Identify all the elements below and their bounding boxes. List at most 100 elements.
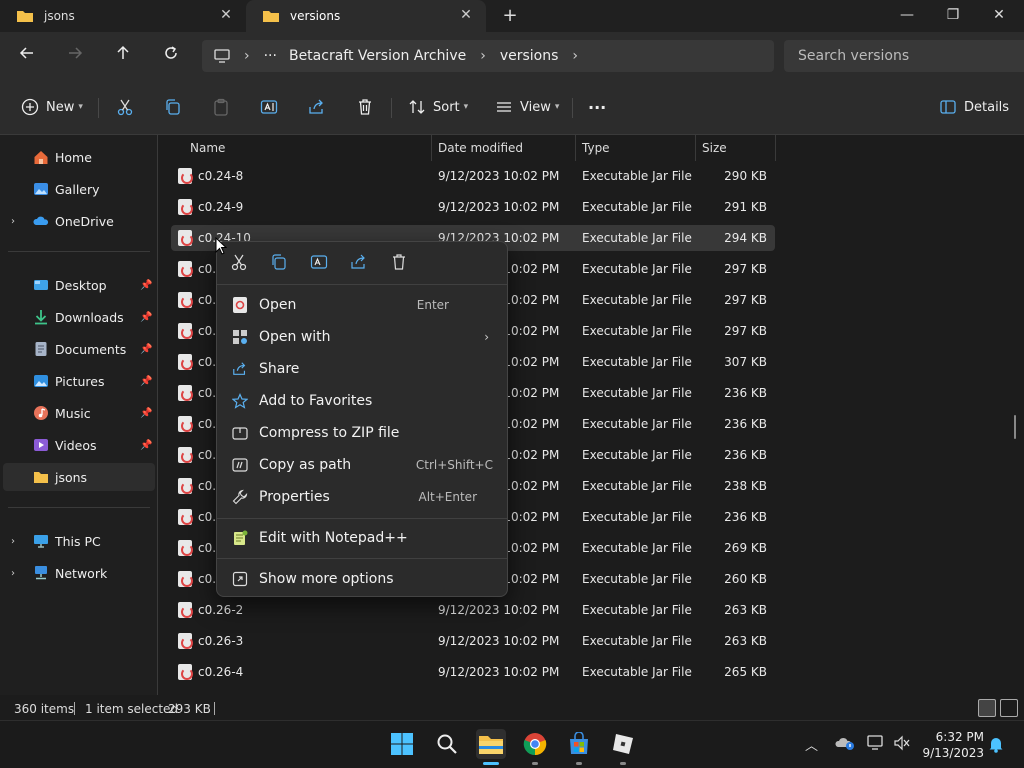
sidebar-item-home[interactable]: Home <box>0 143 156 171</box>
sidebar-item-downloads[interactable]: Downloads 📌 <box>0 303 156 331</box>
tab-jsons[interactable]: jsons ✕ <box>0 0 246 32</box>
selection-size: 293 KB <box>168 702 211 716</box>
ctx-share[interactable]: Share <box>223 354 501 384</box>
ctx-compress-zip[interactable]: Compress to ZIP file <box>223 418 501 448</box>
computer-icon <box>214 49 230 63</box>
ctx-show-more-options[interactable]: Show more options <box>223 564 501 594</box>
search-button[interactable] <box>432 729 462 759</box>
close-window-button[interactable]: ✕ <box>976 0 1022 32</box>
new-tab-button[interactable]: + <box>500 6 520 26</box>
file-row[interactable]: c0.26-4 9/12/2023 10:02 PM Executable Jar … <box>171 659 775 685</box>
chevron-right-icon[interactable]: › <box>11 568 15 579</box>
address-bar[interactable]: › ··· Betacraft Version Archive › versio… <box>202 40 774 72</box>
network-tray-icon[interactable] <box>867 735 885 755</box>
copy-button[interactable] <box>163 94 183 120</box>
pin-icon[interactable]: 📌 <box>140 280 152 291</box>
network-icon <box>33 565 49 581</box>
file-type: Executable Jar File <box>582 572 692 586</box>
breadcrumb-betacraft[interactable]: Betacraft Version Archive <box>289 48 466 64</box>
ctx-add-to-favorites[interactable]: Add to Favorites <box>223 386 501 416</box>
search-placeholder: Search versions <box>798 48 910 64</box>
details-view-toggle[interactable] <box>978 699 996 717</box>
ctx-copy-as-path[interactable]: Copy as path Ctrl+Shift+C <box>223 450 501 480</box>
volume-muted-icon[interactable] <box>893 735 911 755</box>
breadcrumb-ellipsis[interactable]: ··· <box>264 48 277 64</box>
chevron-right-icon[interactable]: › <box>11 216 15 227</box>
pin-icon[interactable]: 📌 <box>140 344 152 355</box>
paste-button[interactable] <box>211 94 231 120</box>
file-row[interactable]: c0.26-3 9/12/2023 10:02 PM Executable Jar … <box>171 628 775 654</box>
ctx-edit-notepadpp[interactable]: Edit with Notepad++ <box>223 523 501 553</box>
sidebar-item-documents[interactable]: Documents 📌 <box>0 335 156 363</box>
tray-overflow-chevron-icon[interactable]: ︿ <box>805 735 818 754</box>
pin-icon[interactable]: 📌 <box>140 376 152 387</box>
ctx-delete-button[interactable] <box>385 250 413 274</box>
share-button[interactable] <box>307 94 327 120</box>
file-size: 263 KB <box>724 603 767 617</box>
sidebar-item-network[interactable]: › Network <box>0 559 156 587</box>
notification-bell-icon[interactable] <box>988 735 1004 757</box>
clock[interactable]: 6:32 PM 9/13/2023 <box>920 729 984 761</box>
maximize-button[interactable]: ❐ <box>930 0 976 32</box>
sidebar-item-onedrive[interactable]: › OneDrive <box>0 207 156 235</box>
ctx-copy-button[interactable] <box>265 250 293 274</box>
file-row[interactable]: c0.24-9 9/12/2023 10:02 PM Executable Jar … <box>171 194 775 220</box>
sidebar-item-gallery[interactable]: Gallery <box>0 175 156 203</box>
file-row[interactable]: c0.24-8 9/12/2023 10:02 PM Executable Jar … <box>171 163 775 189</box>
taskbar-chrome[interactable] <box>520 729 550 759</box>
pin-icon[interactable]: 📌 <box>140 312 152 323</box>
ctx-properties[interactable]: Properties Alt+Enter <box>223 482 501 512</box>
ctx-open-with[interactable]: Open with › <box>223 322 501 352</box>
folder-icon <box>33 469 49 485</box>
details-button[interactable]: Details <box>938 94 1009 120</box>
search-input[interactable]: Search versions <box>784 40 1024 72</box>
delete-button[interactable] <box>355 94 375 120</box>
back-button[interactable] <box>15 44 39 68</box>
ctx-share-button[interactable] <box>345 250 373 274</box>
up-button[interactable] <box>111 44 135 68</box>
sidebar-item-desktop[interactable]: Desktop 📌 <box>0 271 156 299</box>
sidebar-item-videos[interactable]: Videos 📌 <box>0 431 156 459</box>
file-size: 297 KB <box>724 324 767 338</box>
pin-icon[interactable]: 📌 <box>140 440 152 451</box>
taskbar-file-explorer[interactable] <box>476 729 506 759</box>
sidebar-item-this-pc[interactable]: › This PC <box>0 527 156 555</box>
ctx-open[interactable]: Open Enter <box>223 290 501 320</box>
chevron-right-icon[interactable]: › <box>11 536 15 547</box>
chevron-right-icon[interactable]: › <box>572 48 578 64</box>
rename-button[interactable] <box>259 94 279 120</box>
column-header-date[interactable]: Date modified <box>432 135 576 161</box>
ctx-rename-button[interactable] <box>305 250 333 274</box>
ctx-cut-button[interactable] <box>225 250 253 274</box>
column-header-size[interactable]: Size <box>696 135 776 161</box>
rename-icon <box>310 255 328 269</box>
cut-button[interactable] <box>115 94 135 120</box>
new-button[interactable]: New ▾ <box>20 94 83 120</box>
close-tab-icon[interactable]: ✕ <box>218 7 234 23</box>
file-type: Executable Jar File <box>582 231 692 245</box>
column-header-name[interactable]: Name <box>184 135 432 161</box>
breadcrumb-versions[interactable]: versions <box>500 48 559 64</box>
sidebar-item-music[interactable]: Music 📌 <box>0 399 156 427</box>
view-button[interactable]: View ▾ <box>494 94 559 120</box>
sidebar-item-jsons[interactable]: jsons <box>3 463 155 491</box>
more-options-button[interactable]: ··· <box>588 94 606 120</box>
scrollbar-thumb[interactable] <box>1014 415 1016 439</box>
start-button[interactable] <box>387 729 417 759</box>
refresh-button[interactable] <box>159 44 183 68</box>
onedrive-tray-icon[interactable] <box>835 735 855 755</box>
minimize-button[interactable]: — <box>884 0 930 32</box>
file-row[interactable]: c0.26-2 9/12/2023 10:02 PM Executable Jar … <box>171 597 775 623</box>
sidebar-item-pictures[interactable]: Pictures 📌 <box>0 367 156 395</box>
tab-versions[interactable]: versions ✕ <box>246 0 486 32</box>
taskbar-store[interactable] <box>564 729 594 759</box>
jar-file-icon <box>178 199 193 215</box>
taskbar-roblox[interactable] <box>608 729 638 759</box>
close-tab-icon[interactable]: ✕ <box>458 7 474 23</box>
pin-icon[interactable]: 📌 <box>140 408 152 419</box>
sort-button[interactable]: Sort ▾ <box>407 94 468 120</box>
arrow-right-icon <box>69 47 83 59</box>
column-header-type[interactable]: Type <box>576 135 696 161</box>
forward-button[interactable] <box>63 44 87 68</box>
tiles-view-toggle[interactable] <box>1000 699 1018 717</box>
